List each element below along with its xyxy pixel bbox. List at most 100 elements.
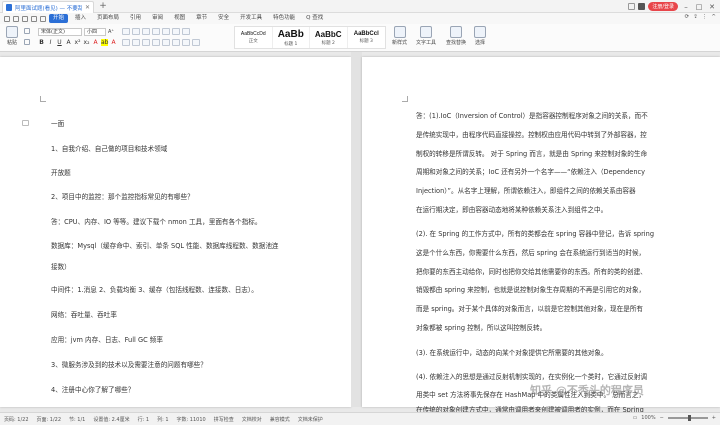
align-center-icon[interactable] bbox=[132, 39, 140, 46]
zoom-slider[interactable] bbox=[667, 415, 708, 421]
new-style-group[interactable]: 新样式 bbox=[392, 26, 407, 46]
shading-icon[interactable] bbox=[182, 39, 190, 46]
grow-font-button[interactable]: A⁺ bbox=[108, 29, 114, 35]
menu-page-layout[interactable]: 页面布局 bbox=[93, 14, 123, 23]
strikethrough-button[interactable]: A bbox=[65, 39, 72, 46]
left-line: 1、自我介绍、自己做的项目和技术领域 bbox=[51, 145, 168, 153]
undo-icon[interactable] bbox=[31, 15, 37, 22]
left-line: 4、注册中心你了解了哪些？ bbox=[51, 386, 135, 394]
left-line: 答：CPU、内存、IO 等等。建议下载个 nmon 工具，里面有各个指标。 bbox=[51, 218, 262, 226]
char-shading-button[interactable]: A bbox=[110, 39, 117, 46]
more-icon[interactable]: ⋮ bbox=[702, 14, 708, 20]
style-normal[interactable]: AaBbCcDd 正文 bbox=[235, 27, 273, 48]
borders-icon[interactable] bbox=[192, 39, 200, 46]
close-tab-icon[interactable]: ✕ bbox=[85, 4, 90, 11]
status-pages: 页面: 1/22 bbox=[36, 416, 62, 423]
status-spell[interactable]: 拼写检查 bbox=[214, 416, 234, 423]
menu-chapter[interactable]: 章节 bbox=[192, 14, 211, 23]
right-line: (4). 依赖注入的思想是通过反射机制实现的，在实例化一个类时，它通过反射调 bbox=[416, 373, 648, 381]
zoom-out-icon[interactable]: − bbox=[660, 415, 664, 421]
close-window-icon[interactable]: ✕ bbox=[707, 3, 717, 11]
right-line: 在运行期决定，即由容器动态地将某种依赖关系注入到组件之中。 bbox=[416, 206, 608, 214]
save-icon[interactable] bbox=[13, 15, 19, 22]
zoom-in-icon[interactable]: + bbox=[712, 415, 716, 421]
menu-features[interactable]: 特色功能 bbox=[269, 14, 299, 23]
style-heading-3[interactable]: AaBbCcl 标题 3 bbox=[348, 27, 385, 48]
subscript-button[interactable]: x₂ bbox=[83, 39, 90, 46]
menu-bar: 开始 插入 页面布局 引用 审阅 视图 章节 安全 开发工具 特色功能 Q 查找… bbox=[0, 13, 720, 24]
font-size-select[interactable]: 小四 bbox=[84, 28, 106, 36]
print-icon[interactable] bbox=[22, 15, 28, 22]
status-protect[interactable]: 文档未保护 bbox=[298, 416, 323, 423]
italic-button[interactable]: I bbox=[47, 39, 54, 46]
margin-corner-mark bbox=[402, 96, 408, 102]
sync-icon[interactable]: ⟳ bbox=[685, 14, 690, 20]
right-line: 把你要的东西主动给你，同时也把你交给其他需要你的东西。所有的类的创建、 bbox=[416, 268, 647, 276]
text-tools-label: 文字工具 bbox=[416, 40, 437, 46]
text-tools-group[interactable]: 文字工具 bbox=[416, 26, 436, 46]
status-doc-check[interactable]: 文档校对 bbox=[242, 416, 262, 423]
find-replace-group[interactable]: 查找替换 bbox=[446, 26, 466, 46]
paragraph-row-2 bbox=[122, 39, 200, 46]
zoom-controls: ▭ 100% − + bbox=[633, 415, 716, 421]
paste-group[interactable]: 粘贴 bbox=[6, 26, 18, 46]
zoom-slider-knob[interactable] bbox=[687, 415, 691, 421]
distribute-icon[interactable] bbox=[162, 39, 170, 46]
chinese-layout-icon[interactable] bbox=[162, 28, 170, 35]
status-section: 节: 1/1 bbox=[69, 416, 86, 423]
menu-insert[interactable]: 插入 bbox=[71, 14, 90, 23]
menu-view[interactable]: 视图 bbox=[170, 14, 189, 23]
minimize-icon[interactable]: – bbox=[681, 3, 691, 11]
select-group[interactable]: 选择 bbox=[474, 26, 486, 46]
menu-references[interactable]: 引用 bbox=[126, 14, 145, 23]
status-page[interactable]: 页码: 1/22 bbox=[4, 416, 29, 423]
paragraph-side-icon[interactable] bbox=[22, 120, 29, 126]
style-name: 标题 3 bbox=[359, 39, 373, 44]
login-button[interactable]: 注册/登录 bbox=[648, 2, 678, 11]
highlight-button[interactable]: ab bbox=[101, 39, 109, 46]
left-line: 网络：吞吐量、吞吐率 bbox=[51, 311, 117, 319]
superscript-button[interactable]: x² bbox=[74, 39, 81, 46]
numbering-icon[interactable] bbox=[132, 28, 140, 35]
menu-security[interactable]: 安全 bbox=[214, 14, 233, 23]
redo-icon[interactable] bbox=[40, 15, 46, 22]
collapse-icon[interactable]: ^ bbox=[711, 14, 716, 20]
menu-icon[interactable] bbox=[4, 15, 10, 22]
outdent-icon[interactable] bbox=[142, 28, 150, 35]
maximize-icon[interactable]: □ bbox=[694, 3, 704, 11]
font-name-select[interactable]: 宋体(正文) bbox=[38, 28, 82, 36]
right-line: 答：(1).IoC（Inversion of Control）是指容器控制程序对… bbox=[416, 112, 648, 120]
text-tools-icon bbox=[420, 26, 432, 38]
align-right-icon[interactable] bbox=[142, 39, 150, 46]
left-line: 接数） bbox=[51, 263, 71, 271]
right-line: (3). 在系统运行中，动态的向某个对象提供它所需要的其他对象。 bbox=[416, 349, 608, 357]
font-color-button[interactable]: A bbox=[92, 39, 99, 46]
view-mode-icon[interactable]: ▭ bbox=[633, 415, 638, 421]
layout-icon[interactable] bbox=[628, 3, 636, 10]
style-heading-2[interactable]: AaBbC 标题 2 bbox=[310, 27, 348, 48]
menu-home[interactable]: 开始 bbox=[49, 14, 69, 23]
new-tab-button[interactable]: + bbox=[98, 1, 108, 12]
justify-icon[interactable] bbox=[152, 39, 160, 46]
menu-review[interactable]: 审阅 bbox=[148, 14, 167, 23]
zoom-level[interactable]: 100% bbox=[641, 415, 655, 421]
sort-icon[interactable] bbox=[172, 28, 180, 35]
right-line: 制权的转移是所谓反转。 对于 Spring 而言，就是由 Spring 来控制对… bbox=[416, 150, 648, 158]
style-heading-1[interactable]: AaBb 标题 1 bbox=[273, 27, 310, 48]
indent-icon[interactable] bbox=[152, 28, 160, 35]
bullets-icon[interactable] bbox=[122, 28, 130, 35]
status-words[interactable]: 字数: 11010 bbox=[177, 416, 206, 423]
document-tab[interactable]: 阿里面试题(看见) — 不要乱答_Dock ✕ bbox=[2, 1, 94, 13]
underline-button[interactable]: U bbox=[56, 39, 63, 46]
format-painter-button[interactable] bbox=[24, 39, 30, 45]
align-left-icon[interactable] bbox=[122, 39, 130, 46]
left-page[interactable] bbox=[0, 57, 351, 407]
skin-icon[interactable] bbox=[638, 3, 646, 10]
show-marks-icon[interactable] bbox=[182, 28, 190, 35]
menu-developer[interactable]: 开发工具 bbox=[236, 14, 266, 23]
share-icon[interactable]: ⇪ bbox=[693, 14, 698, 20]
line-spacing-icon[interactable] bbox=[172, 39, 180, 46]
menu-search[interactable]: Q 查找 bbox=[302, 14, 327, 23]
bold-button[interactable]: B bbox=[38, 39, 45, 46]
cut-button[interactable] bbox=[24, 28, 30, 34]
